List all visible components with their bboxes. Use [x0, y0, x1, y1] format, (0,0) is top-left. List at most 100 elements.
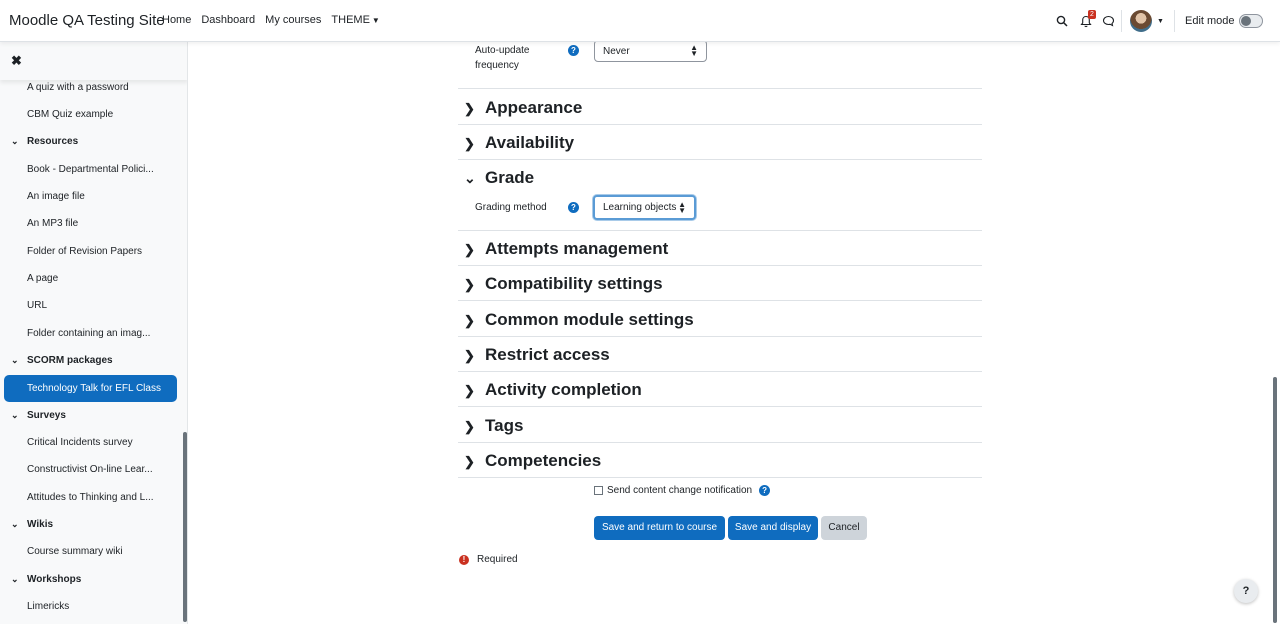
chevron-right-icon: ❯	[464, 348, 475, 363]
course-index-item[interactable]: URL	[27, 300, 47, 311]
required-label: Required	[477, 554, 518, 565]
toggle-switch	[1239, 14, 1263, 28]
section-title: Availability	[485, 133, 575, 152]
section-competencies[interactable]: ❯ Competencies	[464, 451, 601, 471]
save-and-display-button[interactable]: Save and display	[728, 516, 818, 540]
auto-update-select[interactable]: Never ▲ ▼	[594, 40, 707, 62]
section-divider	[458, 300, 982, 301]
chevron-right-icon: ❯	[464, 277, 475, 292]
section-divider	[458, 230, 982, 231]
course-index-drawer: ✖ A quiz with a password CBM Quiz exampl…	[0, 42, 188, 624]
chevron-right-icon: ❯	[464, 136, 475, 151]
section-attempts-management[interactable]: ❯ Attempts management	[464, 239, 668, 259]
nav-theme[interactable]: THEME ▼	[331, 14, 389, 26]
help-icon[interactable]: ?	[568, 45, 579, 56]
section-divider	[458, 442, 982, 443]
chevron-down-icon[interactable]: ⌄	[11, 519, 27, 530]
sort-arrows-icon: ▲ ▼	[678, 200, 686, 215]
course-section-workshops[interactable]: ⌄ Workshops	[11, 574, 81, 585]
notification-checkbox[interactable]	[594, 486, 603, 495]
user-navigation: 2 ▼ Edit mode	[1050, 0, 1280, 42]
drawer-header: ✖	[0, 42, 187, 80]
chevron-down-icon[interactable]: ⌄	[11, 136, 27, 147]
course-index-item[interactable]: An MP3 file	[27, 218, 78, 229]
sort-arrows-icon: ▲ ▼	[690, 43, 698, 58]
chevron-down-icon[interactable]: ⌄	[11, 574, 27, 585]
section-divider	[458, 159, 982, 160]
course-index-item[interactable]: Limericks	[27, 601, 69, 612]
course-section-wikis[interactable]: ⌄ Wikis	[11, 519, 53, 530]
course-index-item[interactable]: A page	[27, 273, 58, 284]
course-index-item[interactable]: CBM Quiz example	[27, 109, 113, 120]
drawer-scrollbar[interactable]	[183, 432, 187, 622]
nav-dashboard[interactable]: Dashboard	[201, 14, 255, 26]
edit-mode-toggle[interactable]	[1239, 0, 1263, 42]
chevron-down-icon: ▼	[371, 16, 380, 25]
grading-method-label: Grading method	[475, 202, 547, 213]
course-index-item[interactable]: A quiz with a password	[27, 82, 129, 93]
chevron-down-icon[interactable]: ⌄	[11, 355, 27, 366]
section-divider	[458, 88, 982, 89]
course-index-item[interactable]: Folder containing an imag...	[27, 328, 150, 339]
section-title: Compatibility settings	[485, 274, 663, 293]
nav-my-courses[interactable]: My courses	[265, 14, 321, 26]
chat-icon	[1102, 15, 1115, 27]
course-index-item[interactable]: Critical Incidents survey	[27, 437, 133, 448]
user-menu-toggle[interactable]: ▼	[1130, 0, 1164, 42]
nav-divider	[1174, 10, 1175, 32]
notification-label: Send content change notification	[607, 485, 753, 496]
select-value: Never	[603, 46, 630, 57]
notifications-button[interactable]: 2	[1080, 0, 1100, 42]
section-label: SCORM packages	[27, 355, 113, 366]
help-icon[interactable]: ?	[759, 485, 771, 496]
help-button[interactable]: ?	[1234, 579, 1258, 603]
course-index-item[interactable]: Attitudes to Thinking and L...	[27, 492, 154, 503]
section-tags[interactable]: ❯ Tags	[464, 416, 523, 436]
course-section-scorm[interactable]: ⌄ SCORM packages	[11, 355, 113, 366]
cancel-button[interactable]: Cancel	[821, 516, 867, 540]
search-button[interactable]	[1056, 0, 1068, 42]
course-index-item[interactable]: Book - Departmental Polici...	[27, 164, 154, 175]
auto-update-label: Auto-update frequency	[475, 45, 530, 71]
chevron-right-icon: ❯	[464, 313, 475, 328]
section-restrict-access[interactable]: ❯ Restrict access	[464, 345, 610, 365]
course-index-item[interactable]: Course summary wiki	[27, 546, 123, 557]
close-icon[interactable]: ✖	[11, 53, 22, 69]
chevron-right-icon: ❯	[464, 383, 475, 398]
section-divider	[458, 477, 982, 478]
section-compatibility-settings[interactable]: ❯ Compatibility settings	[464, 274, 663, 294]
page-scrollbar[interactable]	[1273, 377, 1277, 623]
section-title: Tags	[485, 416, 524, 435]
question-icon: ?	[1242, 585, 1250, 597]
section-activity-completion[interactable]: ❯ Activity completion	[464, 380, 642, 400]
section-divider	[458, 371, 982, 372]
section-title: Appearance	[485, 98, 583, 117]
section-appearance[interactable]: ❯ Appearance	[464, 98, 582, 118]
chevron-right-icon: ❯	[464, 101, 475, 116]
course-section-resources[interactable]: ⌄ Resources	[11, 136, 78, 147]
course-index-item-active[interactable]: Technology Talk for EFL Class	[4, 375, 177, 402]
chevron-down-icon[interactable]: ⌄	[11, 410, 27, 421]
section-availability[interactable]: ❯ Availability	[464, 133, 574, 153]
section-title: Attempts management	[485, 239, 669, 258]
course-index-item[interactable]: Constructivist On-line Lear...	[27, 464, 153, 475]
help-icon[interactable]: ?	[568, 202, 579, 213]
main-content: Auto-update frequency ? Never ▲ ▼ ❯ Appear…	[188, 40, 1280, 624]
section-title: Competencies	[485, 451, 602, 470]
site-brand[interactable]: Moodle QA Testing Site	[9, 12, 165, 29]
chevron-down-icon: ▼	[1157, 17, 1164, 25]
save-and-return-button[interactable]: Save and return to course	[594, 516, 725, 540]
course-section-surveys[interactable]: ⌄ Surveys	[11, 410, 66, 421]
messages-button[interactable]	[1102, 0, 1115, 42]
section-title: Common module settings	[485, 310, 694, 329]
section-grade[interactable]: ⌄ Grade	[464, 168, 534, 188]
section-divider	[458, 406, 982, 407]
grading-method-select[interactable]: Learning objects ▲ ▼	[593, 195, 696, 220]
top-navbar: Moodle QA Testing Site Home Dashboard My…	[0, 0, 1280, 42]
course-index-item[interactable]: An image file	[27, 191, 85, 202]
section-divider	[458, 124, 982, 125]
section-label: Surveys	[27, 410, 66, 421]
course-index-item[interactable]: Folder of Revision Papers	[27, 246, 142, 257]
nav-home[interactable]: Home	[162, 14, 191, 26]
section-common-module-settings[interactable]: ❯ Common module settings	[464, 310, 694, 330]
